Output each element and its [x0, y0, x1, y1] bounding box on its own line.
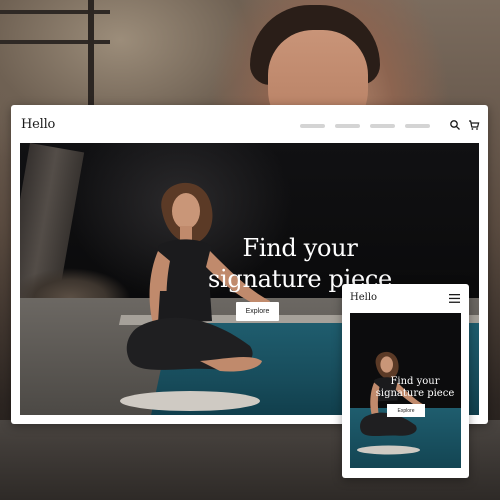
- mobile-mockup: Hello Find your signature piece Explore: [342, 284, 469, 478]
- nav-link-1[interactable]: [300, 124, 325, 128]
- cart-icon[interactable]: [468, 119, 480, 131]
- explore-button[interactable]: Explore: [236, 302, 279, 321]
- mobile-explore-button[interactable]: Explore: [387, 404, 425, 417]
- menu-icon[interactable]: [449, 294, 460, 303]
- desktop-header: Hello: [11, 105, 488, 143]
- mobile-hero-banner: Find your signature piece Explore: [350, 313, 461, 468]
- desktop-logo[interactable]: Hello: [21, 117, 55, 132]
- mobile-logo[interactable]: Hello: [350, 292, 377, 303]
- mobile-hero-headline: Find your signature piece: [370, 376, 460, 400]
- nav-link-4[interactable]: [405, 124, 430, 128]
- nav-link-3[interactable]: [370, 124, 395, 128]
- hero-headline-line-1: Find your: [242, 234, 358, 262]
- mobile-hero-headline-line-2: signature piece: [375, 388, 455, 399]
- mobile-hero-headline-line-1: Find your: [390, 376, 440, 387]
- nav-link-2[interactable]: [335, 124, 360, 128]
- search-icon[interactable]: [449, 119, 461, 131]
- background-post: [88, 0, 94, 110]
- mobile-hero-model-image: [357, 351, 425, 455]
